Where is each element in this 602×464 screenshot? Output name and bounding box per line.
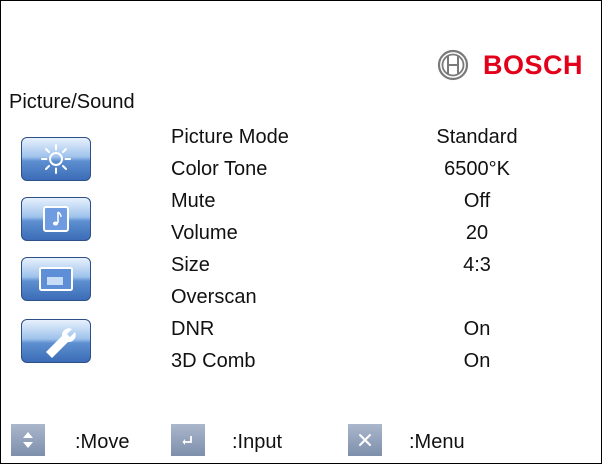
menu-item-label: Mute bbox=[171, 190, 216, 212]
menu-item-size[interactable]: Size 4:3 bbox=[171, 249, 571, 281]
menu-item-color-tone[interactable]: Color Tone 6500°K bbox=[171, 153, 571, 185]
menu-hint-label: :Menu bbox=[409, 431, 465, 453]
bosch-armature-icon bbox=[437, 49, 469, 81]
menu-item-label: Picture Mode bbox=[171, 126, 289, 148]
wrench-icon bbox=[46, 328, 76, 358]
music-note-icon bbox=[43, 206, 69, 232]
menu-item-value: 20 bbox=[465, 222, 489, 244]
category-picture-button[interactable] bbox=[21, 137, 91, 181]
category-setup-button[interactable] bbox=[21, 319, 91, 363]
menu-item-label: Color Tone bbox=[171, 158, 268, 180]
menu-item-label: 3D Comb bbox=[171, 350, 256, 372]
category-screen-button[interactable] bbox=[21, 257, 91, 301]
move-hint-label: :Move bbox=[75, 431, 130, 453]
menu-item-label: DNR bbox=[171, 318, 215, 340]
move-key[interactable] bbox=[11, 424, 45, 456]
enter-icon bbox=[182, 436, 192, 445]
menu-item-value: 6500°K bbox=[444, 158, 510, 180]
osd-menu-screen: BOSCH Picture/Sound Picture Mode Standar… bbox=[0, 0, 602, 464]
menu-item-label: Overscan bbox=[171, 286, 257, 308]
menu-item-value: On bbox=[463, 350, 491, 372]
category-sound-button[interactable] bbox=[21, 197, 91, 241]
brightness-icon bbox=[41, 144, 71, 174]
menu-item-volume[interactable]: Volume 20 bbox=[171, 217, 571, 249]
menu-item-value: Off bbox=[463, 190, 491, 212]
menu-item-label: Size bbox=[171, 254, 210, 276]
input-hint-label: :Input bbox=[232, 431, 283, 453]
menu-title: Picture/Sound bbox=[9, 91, 135, 113]
menu-item-3d-comb[interactable]: 3D Comb On bbox=[171, 345, 571, 377]
screen-size-icon bbox=[39, 267, 73, 291]
menu-item-dnr[interactable]: DNR On bbox=[171, 313, 571, 345]
menu-item-overscan[interactable]: Overscan bbox=[171, 281, 571, 313]
menu-item-value: On bbox=[463, 318, 491, 340]
brand-name: BOSCH bbox=[483, 49, 584, 80]
close-icon bbox=[359, 434, 371, 446]
menu-item-value: 4:3 bbox=[463, 254, 491, 276]
input-key[interactable] bbox=[171, 424, 205, 456]
menu-item-value: Standard bbox=[436, 126, 518, 148]
up-down-arrows-icon bbox=[23, 432, 33, 448]
menu-item-mute[interactable]: Mute Off bbox=[171, 185, 571, 217]
menu-item-picture-mode[interactable]: Picture Mode Standard bbox=[171, 121, 571, 153]
bosch-logo: BOSCH bbox=[437, 48, 583, 82]
menu-item-label: Volume bbox=[171, 222, 238, 244]
menu-key[interactable] bbox=[348, 424, 382, 456]
